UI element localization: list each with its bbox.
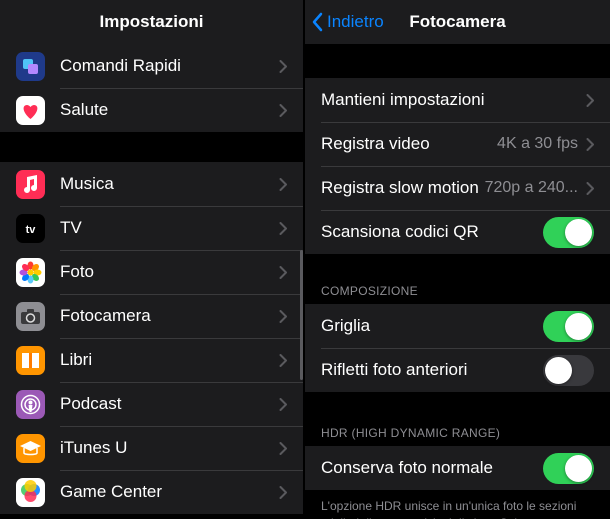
settings-header: Impostazioni [0,0,303,44]
row-label: Scansiona codici QR [321,222,543,242]
chevron-right-icon [279,222,287,235]
toggle-switch[interactable] [543,311,594,342]
row-label: Griglia [321,316,543,336]
section-header-composition: Composizione [305,278,610,304]
setting-row[interactable]: Scansiona codici QR [305,210,610,254]
chevron-right-icon [279,310,287,323]
camera-settings-list[interactable]: Mantieni impostazioni Registra video4K a … [305,44,610,519]
chevron-right-icon [586,182,594,195]
row-label: TV [60,218,279,238]
row-label: Libri [60,350,279,370]
settings-row-podcast[interactable]: Podcast [0,382,303,426]
setting-row[interactable]: Rifletti foto anteriori [305,348,610,392]
row-label: Salute [60,100,279,120]
camera-icon [16,302,45,331]
settings-row-gamecenter[interactable]: Game Center [0,470,303,514]
row-label: Mantieni impostazioni [321,90,586,110]
books-icon [16,346,45,375]
toggle-switch[interactable] [543,217,594,248]
chevron-right-icon [586,138,594,151]
section-header-hdr: HDR (High Dynamic Range) [305,420,610,446]
camera-header: Indietro Fotocamera [305,0,610,44]
toggle-switch[interactable] [543,453,594,484]
page-title: Impostazioni [100,12,204,32]
shortcuts-icon [16,52,45,81]
row-value: 720p a 240... [485,179,578,197]
scrollbar[interactable] [300,250,303,380]
row-label: Conserva foto normale [321,458,543,478]
page-title: Fotocamera [409,12,505,32]
settings-root-panel: Impostazioni Comandi Rapidi Salute Musica… [0,0,305,519]
itunesu-icon [16,434,45,463]
row-value: 4K a 30 fps [497,135,578,153]
settings-list[interactable]: Comandi Rapidi Salute Musica tv TV Foto Fotoc… [0,44,303,519]
tv-icon: tv [16,214,45,243]
settings-row-health[interactable]: Salute [0,88,303,132]
row-label: Comandi Rapidi [60,56,279,76]
chevron-right-icon [279,60,287,73]
setting-row[interactable]: Registra video4K a 30 fps [305,122,610,166]
chevron-right-icon [279,442,287,455]
settings-row-camera[interactable]: Fotocamera [0,294,303,338]
gamecenter-icon [16,478,45,507]
settings-row-photos[interactable]: Foto [0,250,303,294]
chevron-right-icon [279,486,287,499]
setting-row[interactable]: Conserva foto normale [305,446,610,490]
setting-row[interactable]: Griglia [305,304,610,348]
chevron-left-icon [311,12,323,32]
setting-row[interactable]: Mantieni impostazioni [305,78,610,122]
row-label: Podcast [60,394,279,414]
chevron-right-icon [279,104,287,117]
row-label: Fotocamera [60,306,279,326]
music-icon [16,170,45,199]
svg-text:tv: tv [26,224,37,236]
back-label: Indietro [327,12,384,32]
setting-row[interactable]: Registra slow motion720p a 240... [305,166,610,210]
row-label: iTunes U [60,438,279,458]
back-button[interactable]: Indietro [311,0,384,44]
row-label: Foto [60,262,279,282]
row-label: Registra slow motion [321,178,485,198]
chevron-right-icon [586,94,594,107]
chevron-right-icon [279,354,287,367]
chevron-right-icon [279,398,287,411]
settings-row-itunesu[interactable]: iTunes U [0,426,303,470]
settings-row-music[interactable]: Musica [0,162,303,206]
row-label: Registra video [321,134,497,154]
row-label: Rifletti foto anteriori [321,360,543,380]
chevron-right-icon [279,266,287,279]
health-icon [16,96,45,125]
photos-icon [16,258,45,287]
toggle-switch[interactable] [543,355,594,386]
podcast-icon [16,390,45,419]
chevron-right-icon [279,178,287,191]
row-label: Game Center [60,482,279,502]
row-label: Musica [60,174,279,194]
settings-row-shortcuts[interactable]: Comandi Rapidi [0,44,303,88]
hdr-footer-text: L'opzione HDR unisce in un'unica foto le… [305,490,610,519]
settings-row-books[interactable]: Libri [0,338,303,382]
camera-settings-panel: Indietro Fotocamera Mantieni impostazion… [305,0,610,519]
settings-row-tv[interactable]: tv TV [0,206,303,250]
